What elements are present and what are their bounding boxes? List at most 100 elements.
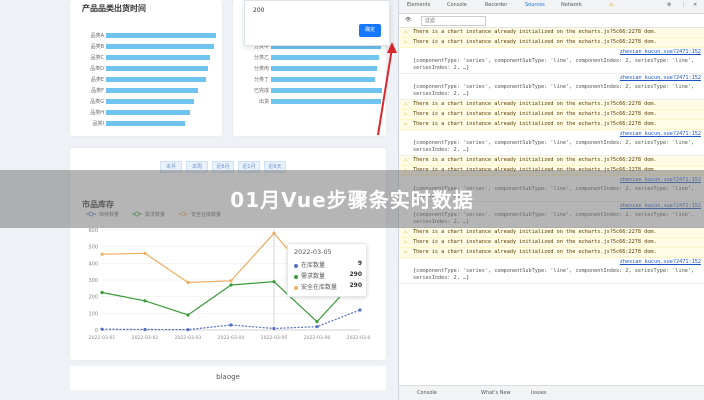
x-tick-label: 2022-03-06 — [304, 335, 331, 341]
tooltip-series-name: 需求数量 — [301, 273, 326, 280]
console-source-link[interactable]: zhexian_kucun.vue?2471:152 — [399, 258, 704, 267]
bar-label: 出货 — [258, 99, 269, 105]
bar-label: 已完成 — [253, 88, 269, 94]
x-tick-label: 2022-03-03 — [175, 335, 202, 341]
devtools-tab-console[interactable]: Console — [447, 2, 467, 8]
top-left-card: 产品品类出货时间 品类A 品类B 品类C 品类D 品类E 品类F 品类G 品类H 品类I — [70, 0, 222, 136]
tooltip-date: 2022-03-05 — [294, 248, 332, 256]
x-tick-label: 2022-03-05 — [261, 335, 288, 341]
bar — [271, 55, 379, 60]
bar-label: 品类D — [90, 66, 104, 72]
data-point — [100, 290, 104, 295]
bar-label: 品类C — [90, 55, 105, 61]
y-tick-label: 500 — [88, 245, 98, 251]
console-source-link[interactable]: zhexian_kucun.vue?2471:152 — [399, 74, 704, 83]
devtools-tab-sources[interactable]: Sources — [525, 2, 545, 8]
bar — [271, 88, 382, 93]
series-dot-icon — [294, 263, 298, 268]
data-point — [358, 308, 362, 312]
bar-label: 品类H — [90, 110, 104, 116]
console-warning: There is a chart instance already initia… — [399, 110, 704, 120]
bar — [106, 66, 209, 71]
console-filter-bar: 👁 过滤 — [399, 14, 704, 28]
data-point — [186, 328, 190, 332]
y-tick-label: 0 — [95, 328, 98, 334]
tooltip-row: 在库数量 9 — [294, 260, 362, 269]
dialog-value[interactable]: 200 — [253, 7, 264, 14]
bar — [271, 99, 381, 104]
bar — [106, 77, 206, 82]
bar — [106, 55, 210, 60]
bar-label: 品类F — [91, 88, 104, 94]
console-source-link[interactable]: zhexian_kucun.vue?2471:152 — [399, 130, 704, 139]
console-warning: There is a chart instance already initia… — [399, 28, 704, 38]
y-tick-label: 200 — [88, 295, 98, 301]
devtools-tab-network[interactable]: Network — [561, 2, 582, 8]
settings-icon[interactable]: ⚙ — [667, 2, 671, 8]
bar — [106, 44, 214, 49]
data-point — [186, 313, 190, 317]
x-tick-label: 2022-03-01 — [89, 335, 116, 341]
data-point — [100, 327, 104, 331]
tooltip-series-value: 290 — [349, 282, 362, 289]
console-warning: There is a chart instance already initia… — [399, 228, 704, 238]
console-warning: There is a chart instance already initia… — [399, 248, 704, 258]
console-warning: There is a chart instance already initia… — [399, 38, 704, 48]
y-tick-label: 600 — [88, 228, 98, 234]
bottom-card-title: blaoge — [216, 373, 240, 381]
bar-label: 分类丙 — [253, 66, 269, 72]
data-point — [272, 231, 276, 235]
bar-label: 分类乙 — [253, 55, 269, 61]
chart-tooltip: 2022-03-05 在库数量 9 需求数量 290 安全在库数量 290 — [287, 243, 367, 297]
bar — [271, 66, 378, 71]
data-point — [272, 280, 276, 284]
data-point — [229, 283, 233, 287]
bar-label: 品类G — [90, 99, 104, 105]
bar-label: 品类E — [90, 77, 104, 83]
tooltip-series-value: 290 — [349, 271, 362, 278]
devtools-tab-elements[interactable]: Elements — [407, 2, 430, 8]
data-point — [143, 299, 147, 303]
bar — [106, 33, 217, 38]
input-dialog: 200 确定 — [244, 0, 390, 46]
close-icon[interactable]: ✕ — [693, 2, 697, 8]
bar — [106, 99, 195, 104]
data-point — [315, 325, 319, 329]
more-icon[interactable]: ⋮ — [681, 2, 686, 8]
data-point — [143, 251, 147, 255]
console-object-log: {componentType: 'series', componentSubTy… — [399, 139, 704, 156]
bar-label: 品类A — [90, 33, 104, 39]
series-line — [101, 309, 361, 331]
console-warning: There is a chart instance already initia… — [399, 156, 704, 166]
data-point — [315, 320, 319, 324]
bottom-tab-issues[interactable]: Issues — [531, 390, 547, 396]
data-point — [272, 326, 276, 331]
title-banner: 01月Vue步骤条实时数据 — [0, 170, 704, 228]
x-tick-label: 2022-03-02 — [132, 335, 159, 341]
devtools-tabbar: Elements Console Recorder Sources Networ… — [399, 0, 704, 14]
tooltip-row: 安全在库数量 290 — [294, 282, 362, 291]
tooltip-series-name: 安全在库数量 — [301, 284, 338, 291]
console-warning: There is a chart instance already initia… — [399, 100, 704, 110]
eye-icon[interactable]: 👁 — [405, 17, 411, 23]
devtools-tab-recorder[interactable]: Recorder — [485, 2, 507, 8]
x-tick-label: 2022-03-06 — [347, 335, 370, 341]
bottom-tab-console[interactable]: Console — [417, 390, 437, 396]
bottom-card: blaoge — [70, 366, 386, 390]
y-tick-label: 300 — [88, 278, 98, 284]
console-object-log: {componentType: 'series', componentSubTy… — [399, 57, 704, 74]
dialog-ok-button[interactable]: 确定 — [359, 24, 381, 37]
bar-label: 分类丁 — [253, 77, 269, 83]
data-point — [229, 323, 233, 327]
data-point — [100, 252, 104, 256]
data-point — [229, 279, 233, 283]
bar — [106, 121, 186, 126]
bar — [106, 88, 199, 93]
console-source-link[interactable]: zhexian_kucun.vue?2471:152 — [399, 48, 704, 57]
console-filter-input[interactable]: 过滤 — [421, 16, 486, 26]
y-tick-label: 400 — [88, 261, 98, 267]
warning-count-icon[interactable]: ⚠ — [609, 2, 613, 8]
console-warning: There is a chart instance already initia… — [399, 120, 704, 130]
bottom-tab-whats-new[interactable]: What's New — [481, 390, 511, 396]
console-object-log: {componentType: 'series', componentSubTy… — [399, 267, 704, 284]
